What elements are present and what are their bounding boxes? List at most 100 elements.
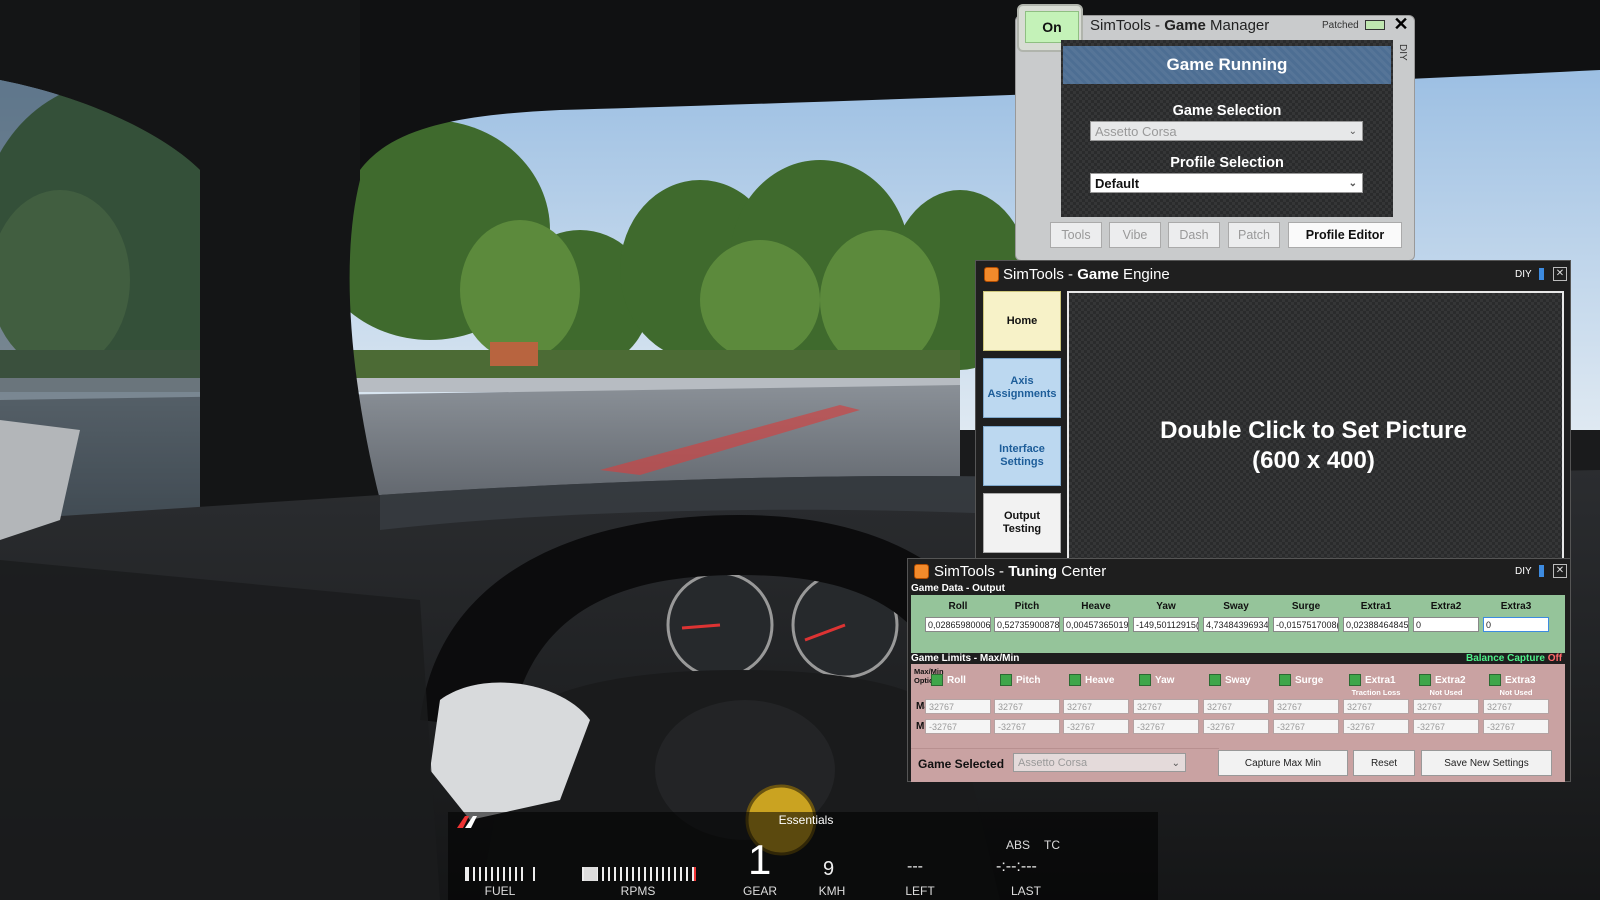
patch-tab[interactable]: Patch: [1228, 222, 1280, 248]
min-value-sway[interactable]: -32767: [1203, 719, 1269, 734]
output-value-pitch[interactable]: 0,52735900878: [994, 617, 1060, 632]
axis-assignments-button[interactable]: Axis Assignments: [983, 358, 1061, 418]
set-picture-line1: Double Click to Set Picture: [1160, 417, 1467, 444]
profile-selection-dropdown[interactable]: Default ⌄: [1090, 173, 1363, 193]
max-value-heave[interactable]: 32767: [1063, 699, 1129, 714]
axis-checkbox-extra2[interactable]: Extra2: [1419, 674, 1466, 686]
column-header-extra2: Extra2: [1430, 601, 1462, 612]
reset-button[interactable]: Reset: [1353, 750, 1415, 776]
balance-capture-toggle[interactable]: Balance Capture Off: [1466, 653, 1562, 664]
output-value-heave[interactable]: 0,00457365019: [1063, 617, 1129, 632]
axis-note-extra2: Not Used: [1429, 688, 1463, 697]
profile-editor-button[interactable]: Profile Editor: [1288, 222, 1402, 248]
axis-checkbox-surge[interactable]: Surge: [1279, 674, 1323, 686]
close-icon[interactable]: ✕: [1553, 267, 1567, 281]
close-icon[interactable]: ✕: [1553, 564, 1567, 578]
profile-selection-label: Profile Selection: [1170, 155, 1284, 171]
axis-checkbox-label: Extra2: [1435, 674, 1466, 686]
checkbox-checked-icon: [1139, 674, 1151, 686]
column-header-heave: Heave: [1081, 601, 1111, 612]
column-header-sway: Sway: [1223, 601, 1249, 612]
min-value-extra2[interactable]: -32767: [1413, 719, 1479, 734]
dash-tab[interactable]: Dash: [1168, 222, 1220, 248]
min-value-roll[interactable]: -32767: [925, 719, 991, 734]
chevron-down-icon: ⌄: [1171, 758, 1180, 769]
axis-checkbox-label: Extra1: [1365, 674, 1396, 686]
axis-checkbox-yaw[interactable]: Yaw: [1139, 674, 1174, 686]
diy-label: DIY: [1397, 44, 1408, 61]
min-value-surge[interactable]: -32767: [1273, 719, 1339, 734]
max-value-extra2[interactable]: 32767: [1413, 699, 1479, 714]
on-button[interactable]: On: [1025, 11, 1079, 43]
home-button[interactable]: Home: [983, 291, 1061, 351]
output-value-extra2[interactable]: 0: [1413, 617, 1479, 632]
output-value-surge[interactable]: -0,0157517008(: [1273, 617, 1339, 632]
min-value-extra3[interactable]: -32767: [1483, 719, 1549, 734]
left-value: ---: [907, 858, 923, 875]
diy-label: DIY: [1515, 269, 1532, 280]
fuel-bar: [465, 867, 535, 881]
axis-checkbox-label: Heave: [1085, 674, 1115, 686]
axis-checkbox-label: Extra3: [1505, 674, 1536, 686]
capture-max-min-button[interactable]: Capture Max Min: [1218, 750, 1348, 776]
max-value-pitch[interactable]: 32767: [994, 699, 1060, 714]
min-value-extra1[interactable]: -32767: [1343, 719, 1409, 734]
checkbox-checked-icon: [1349, 674, 1361, 686]
max-value-extra3[interactable]: 32767: [1483, 699, 1549, 714]
game-data-output-label: Game Data - Output: [911, 583, 1005, 594]
checkbox-checked-icon: [1069, 674, 1081, 686]
close-icon[interactable]: ✕: [1391, 14, 1411, 34]
axis-checkbox-extra1[interactable]: Extra1: [1349, 674, 1396, 686]
output-value-roll[interactable]: 0,02865980006: [925, 617, 991, 632]
output-testing-button[interactable]: Output Testing: [983, 493, 1061, 553]
output-value-extra1[interactable]: 0,02388464845: [1343, 617, 1409, 632]
vibe-tab[interactable]: Vibe: [1109, 222, 1161, 248]
rpm-label: RPMS: [620, 884, 656, 898]
min-value-heave[interactable]: -32767: [1063, 719, 1129, 734]
column-header-yaw: Yaw: [1156, 601, 1176, 612]
assetto-logo-icon: [455, 812, 481, 830]
max-value-surge[interactable]: 32767: [1273, 699, 1339, 714]
min-value-yaw[interactable]: -32767: [1133, 719, 1199, 734]
column-header-surge: Surge: [1291, 601, 1321, 612]
axis-checkbox-pitch[interactable]: Pitch: [1000, 674, 1040, 686]
tools-tab[interactable]: Tools: [1050, 222, 1102, 248]
axis-checkbox-sway[interactable]: Sway: [1209, 674, 1251, 686]
checkbox-checked-icon: [931, 674, 943, 686]
axis-checkbox-label: Yaw: [1155, 674, 1175, 686]
max-value-sway[interactable]: 32767: [1203, 699, 1269, 714]
checkbox-checked-icon: [1419, 674, 1431, 686]
game-selected-dropdown[interactable]: Assetto Corsa ⌄: [1013, 753, 1186, 772]
output-value-yaw[interactable]: -149,50112915(: [1133, 617, 1199, 632]
rpm-bar: [582, 867, 696, 881]
chevron-down-icon: ⌄: [1348, 178, 1357, 189]
output-value-extra3[interactable]: 0: [1483, 617, 1549, 632]
interface-settings-button[interactable]: Interface Settings: [983, 426, 1061, 486]
game-selected-value: Assetto Corsa: [1018, 757, 1088, 769]
axis-checkbox-roll[interactable]: Roll: [931, 674, 966, 686]
axis-checkbox-extra3[interactable]: Extra3: [1489, 674, 1536, 686]
speed-label: KMH: [818, 884, 846, 898]
output-value-sway[interactable]: 4,73484396934: [1203, 617, 1269, 632]
game-selection-dropdown[interactable]: Assetto Corsa ⌄: [1090, 121, 1363, 141]
left-label: LEFT: [905, 884, 935, 898]
diy-indicator: [1539, 565, 1544, 577]
axis-checkbox-heave[interactable]: Heave: [1069, 674, 1114, 686]
save-new-settings-button[interactable]: Save New Settings: [1421, 750, 1552, 776]
checkbox-checked-icon: [1489, 674, 1501, 686]
axis-checkbox-label: Surge: [1295, 674, 1324, 686]
min-value-pitch[interactable]: -32767: [994, 719, 1060, 734]
max-value-yaw[interactable]: 32767: [1133, 699, 1199, 714]
game-selection-label: Game Selection: [1172, 103, 1282, 119]
simtools-app-icon: [914, 564, 929, 579]
game-running-status: Game Running: [1063, 46, 1391, 84]
column-header-pitch: Pitch: [1014, 601, 1040, 612]
fuel-label: FUEL: [484, 884, 516, 898]
speed-value: 9: [823, 858, 835, 880]
max-value-extra1[interactable]: 32767: [1343, 699, 1409, 714]
patched-indicator: [1365, 20, 1385, 30]
max-value-roll[interactable]: 32767: [925, 699, 991, 714]
checkbox-checked-icon: [1279, 674, 1291, 686]
balance-capture-label: Balance Capture: [1466, 653, 1545, 664]
column-header-extra3: Extra3: [1500, 601, 1532, 612]
